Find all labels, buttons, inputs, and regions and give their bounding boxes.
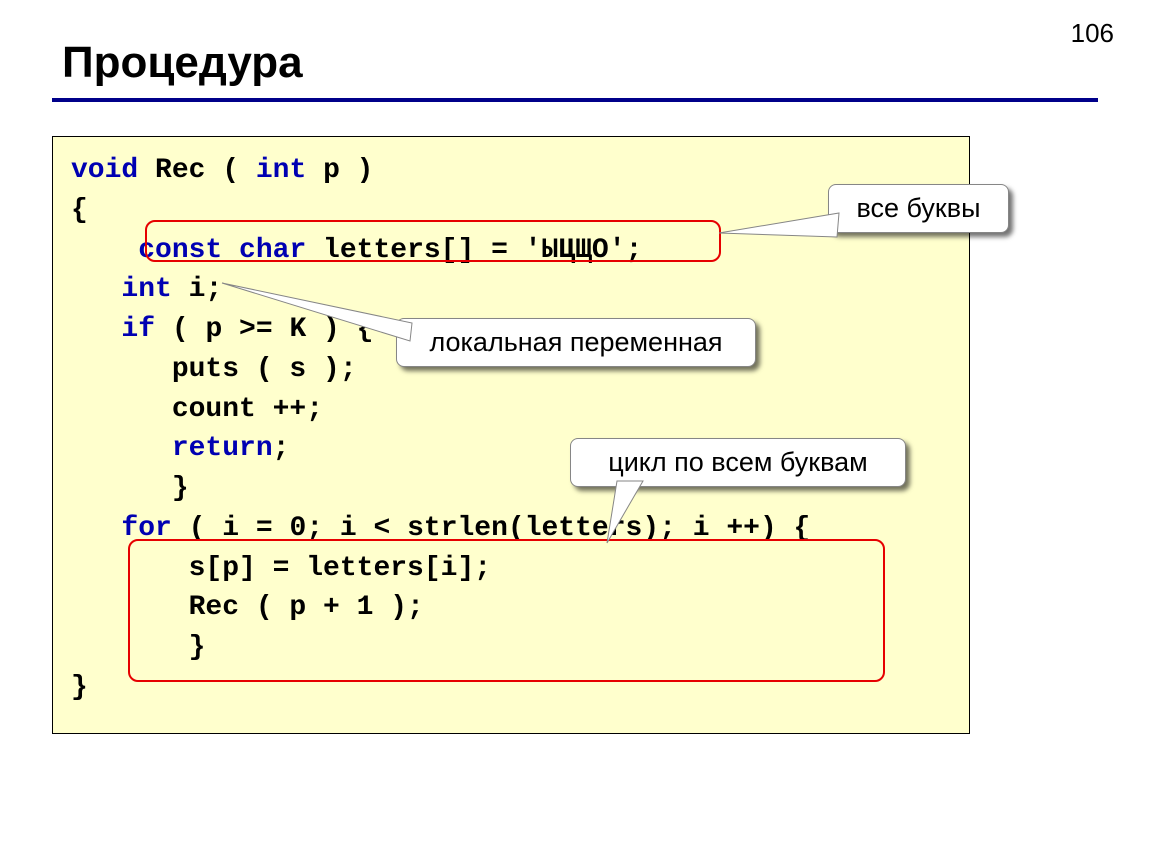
callout-pointer-icon [607, 481, 677, 551]
slide: 106 Процедура void Rec ( int p ) { const… [0, 0, 1150, 864]
code-line-14: } [71, 668, 951, 708]
code-line-7: count ++; [71, 390, 951, 430]
code-line-1: void Rec ( int p ) [71, 151, 951, 191]
callout-label: цикл по всем буквам [608, 447, 867, 477]
callout-label: локальная переменная [429, 327, 722, 357]
slide-title: Процедура [62, 38, 303, 88]
callout-loop: цикл по всем буквам [570, 438, 906, 487]
callout-pointer-icon [719, 213, 849, 253]
title-rule [52, 98, 1098, 102]
callout-label: все буквы [857, 193, 981, 223]
code-line-13: } [71, 628, 951, 668]
callout-pointer-icon [222, 283, 422, 343]
page-number: 106 [1071, 18, 1114, 49]
code-line-11: s[p] = letters[i]; [71, 549, 951, 589]
callout-all-letters: все буквы [828, 184, 1009, 233]
code-line-10: for ( i = 0; i < strlen(letters); i ++) … [71, 509, 951, 549]
code-line-4: int i; [71, 270, 951, 310]
callout-local-var: локальная переменная [396, 318, 756, 367]
code-line-12: Rec ( p + 1 ); [71, 588, 951, 628]
